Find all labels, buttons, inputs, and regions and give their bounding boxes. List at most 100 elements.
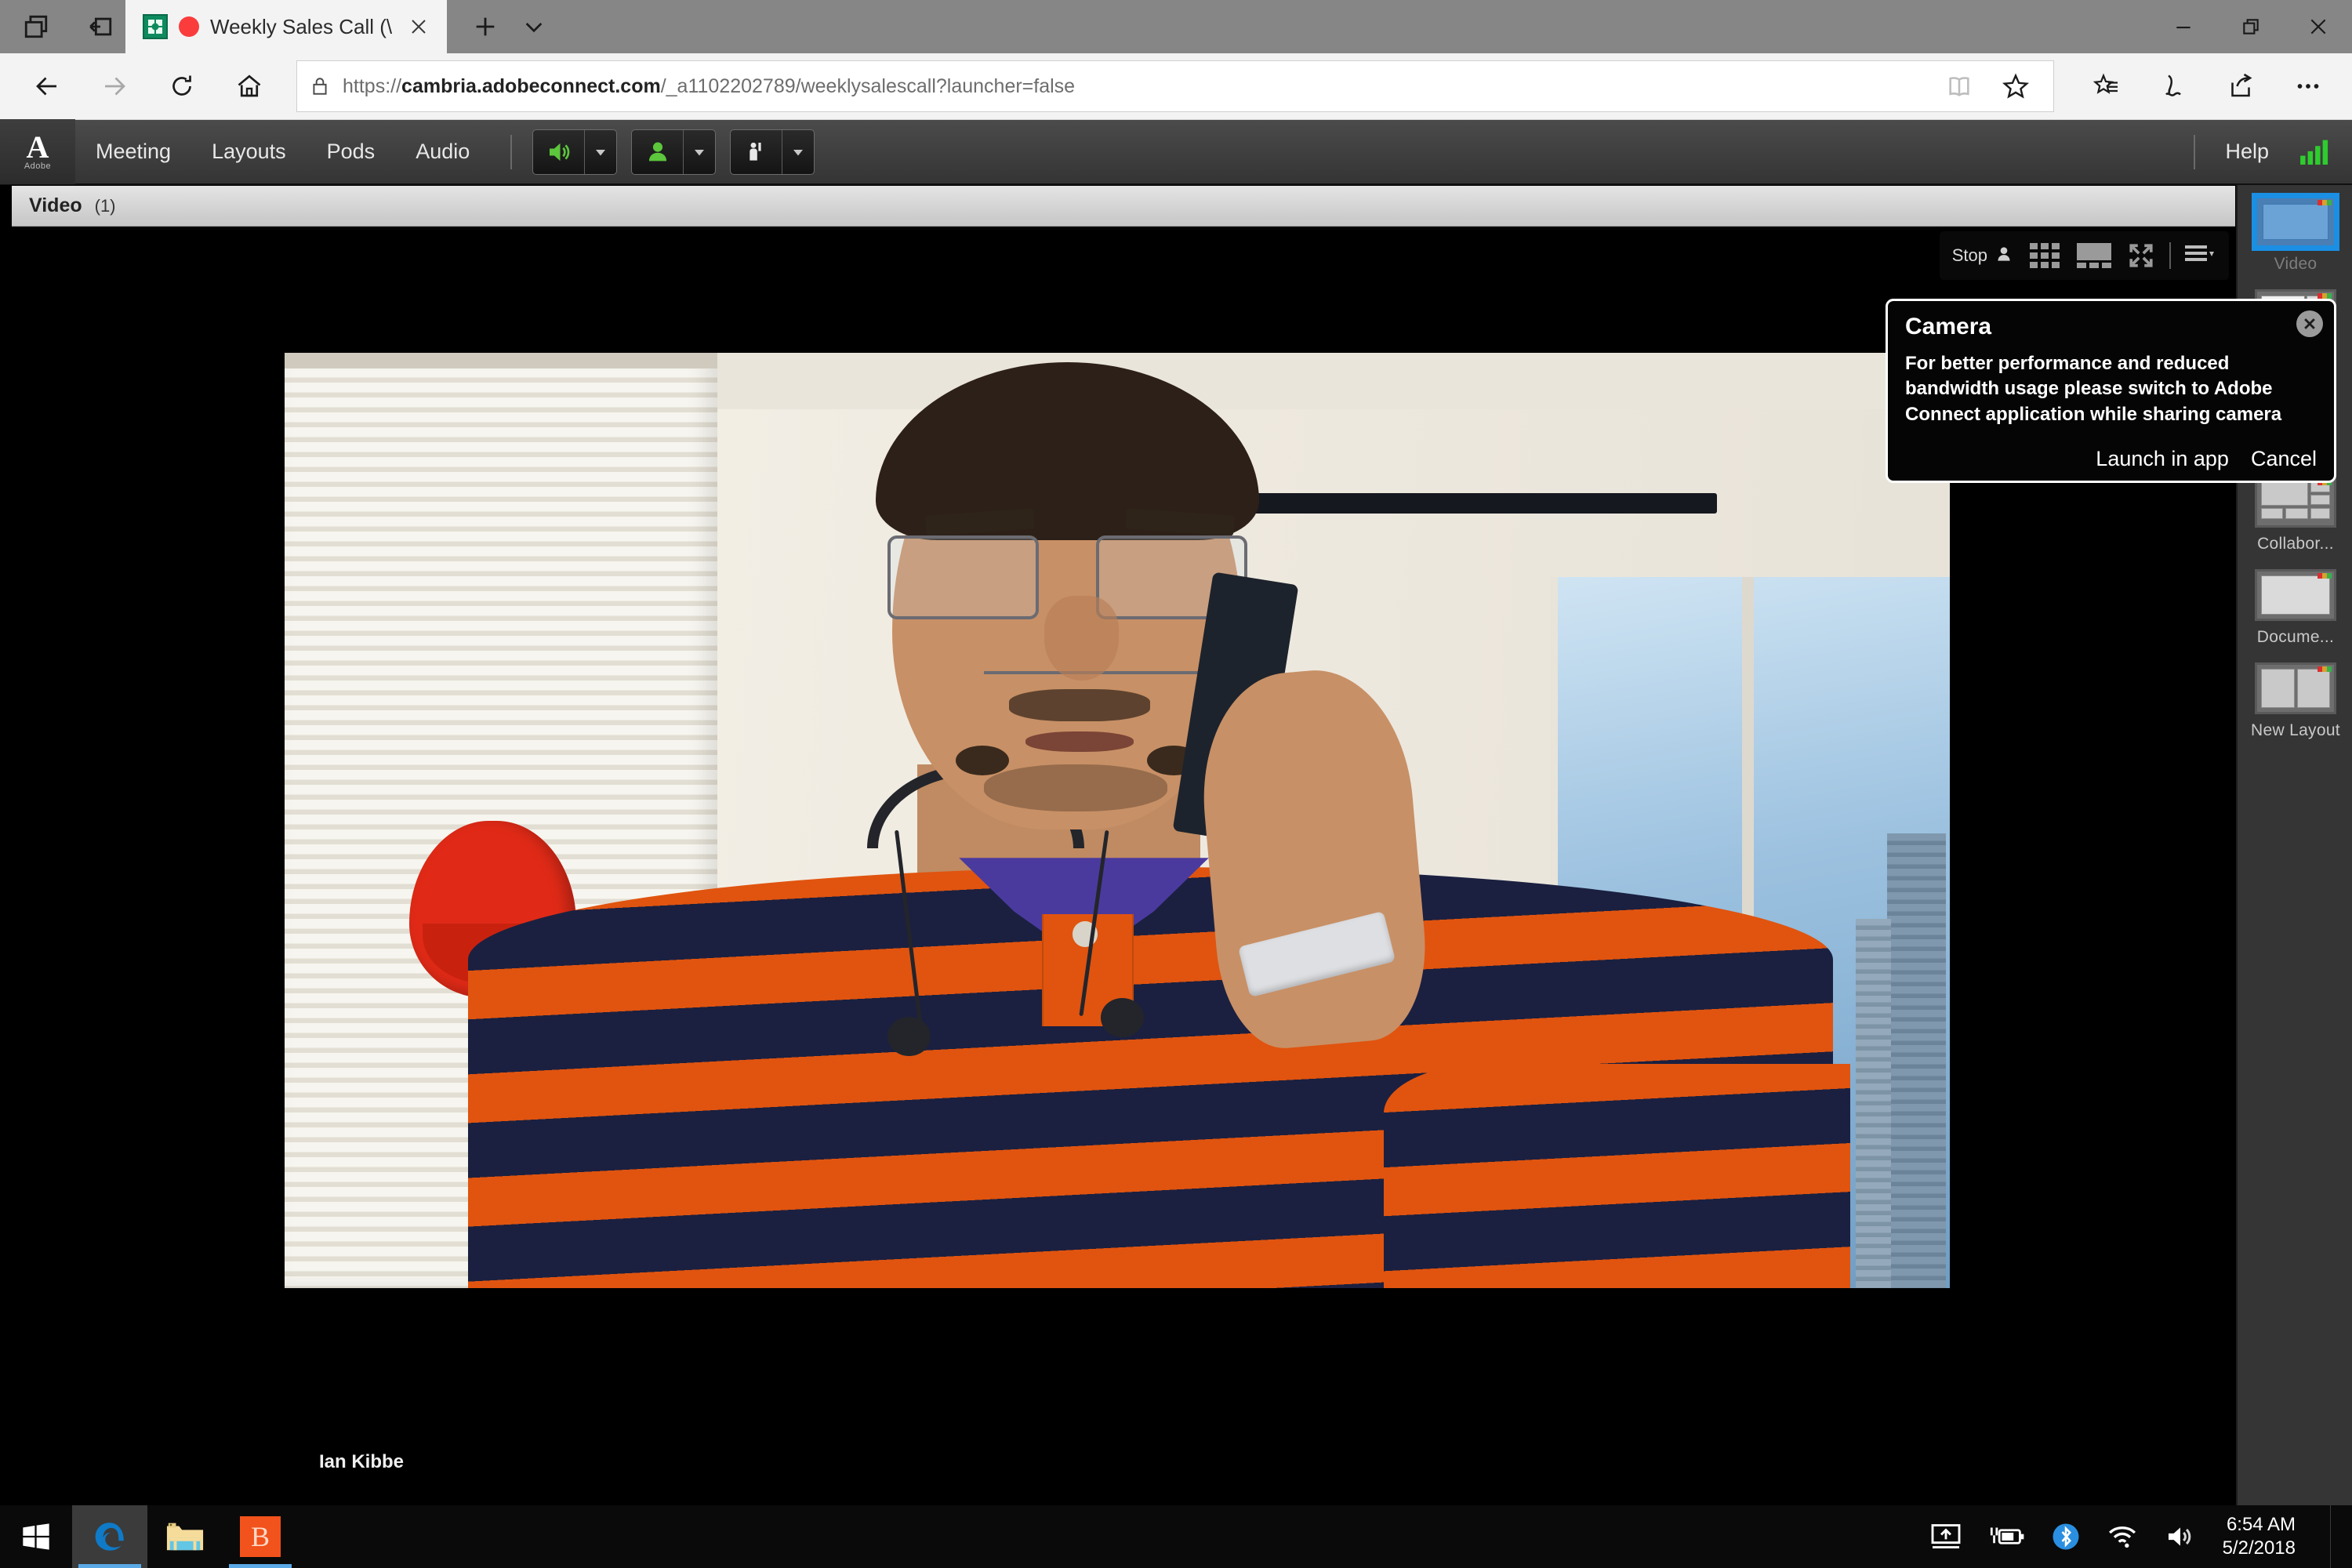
- fullscreen-button[interactable]: [2119, 235, 2163, 276]
- connection-strength-icon[interactable]: [2299, 135, 2335, 169]
- layout-label-collaboration: Collabor...: [2257, 535, 2334, 553]
- refresh-icon[interactable]: [155, 60, 209, 113]
- stop-camera-button[interactable]: Stop: [1944, 235, 2022, 276]
- close-icon[interactable]: [2285, 0, 2352, 53]
- settings-more-icon[interactable]: [2281, 60, 2335, 113]
- stop-button-label: Stop: [1951, 245, 1987, 265]
- wifi-icon[interactable]: [2107, 1523, 2138, 1550]
- layout-label-documents: Docume...: [2256, 628, 2335, 646]
- speaker-dropdown-icon[interactable]: [585, 130, 616, 174]
- pod-participant-count: (1): [94, 195, 116, 216]
- browser-toolbar: https://cambria.adobeconnect.com/_a11022…: [0, 53, 2352, 120]
- browser-toolbar-right: [2059, 60, 2352, 113]
- layout-thumbnail-video: [2255, 196, 2336, 248]
- layout-status-badge: [2318, 200, 2332, 205]
- address-bar[interactable]: https://cambria.adobeconnect.com/_a11022…: [296, 60, 2054, 112]
- camera-notification-dialog: Camera For better performance and reduce…: [1886, 299, 2336, 483]
- battery-charging-icon[interactable]: [1989, 1525, 2025, 1548]
- thumb-region: [2310, 508, 2330, 519]
- grid-view-button[interactable]: [2022, 235, 2069, 276]
- raise-hand-dropdown-icon[interactable]: [782, 130, 814, 174]
- person-sleeve: [1383, 1063, 1850, 1288]
- bluetooth-icon[interactable]: [2052, 1523, 2080, 1551]
- person-nose: [1044, 596, 1120, 681]
- camera-toggle-button[interactable]: [631, 129, 717, 175]
- pod-title: Video: [29, 194, 82, 216]
- set-tabs-aside-icon[interactable]: [19, 9, 53, 44]
- menu-meeting[interactable]: Meeting: [75, 119, 191, 184]
- webcam-icon: [1994, 244, 2014, 268]
- new-tab-button[interactable]: [464, 5, 506, 48]
- clock-date: 5/2/2018: [2222, 1537, 2296, 1559]
- windows-taskbar: B 6:54 AM 5/2/2018: [0, 1505, 2352, 1568]
- filmstrip-view-button[interactable]: [2069, 235, 2119, 276]
- thumb-region: [2310, 495, 2330, 505]
- launch-in-app-button[interactable]: Launch in app: [2096, 447, 2229, 471]
- web-note-icon[interactable]: [2147, 60, 2200, 113]
- layout-status-badge: [2318, 573, 2332, 579]
- thumb-region: [2261, 508, 2283, 519]
- video-blind-track: [285, 353, 718, 368]
- thumb-region: [2261, 669, 2295, 708]
- browser-tab[interactable]: Weekly Sales Call (\: [125, 0, 448, 53]
- sidebar-layout-documents[interactable]: Docume...: [2238, 558, 2352, 652]
- person-mustache: [1008, 689, 1151, 722]
- sidebar-layout-video[interactable]: Video: [2238, 185, 2352, 278]
- back-arrow-icon[interactable]: [20, 60, 74, 113]
- tabs-you-set-aside-icon[interactable]: [83, 9, 118, 44]
- camera-dialog-message: For better performance and reduced bandw…: [1905, 353, 2282, 425]
- home-icon[interactable]: [223, 60, 276, 113]
- video-pod-header: Video (1): [12, 186, 2235, 227]
- taskbar-clock[interactable]: 6:54 AM 5/2/2018: [2223, 1513, 2296, 1560]
- browser-tab-title: Weekly Sales Call (\: [210, 14, 393, 38]
- taskbar-app-microsoft-edge[interactable]: [72, 1505, 147, 1568]
- reading-view-icon[interactable]: [1933, 60, 1986, 113]
- close-icon[interactable]: [2296, 310, 2323, 337]
- add-to-favorites-icon[interactable]: [1989, 60, 2042, 113]
- taskbar-app-bluejeans[interactable]: B: [223, 1505, 298, 1568]
- raise-hand-icon[interactable]: [731, 129, 783, 174]
- video-pod-toolbar: Stop: [1939, 231, 2229, 280]
- speaker-icon[interactable]: [533, 129, 586, 174]
- webcam-icon[interactable]: [632, 129, 684, 174]
- speaker-toggle-button[interactable]: [532, 129, 618, 175]
- cancel-button[interactable]: Cancel: [2251, 447, 2317, 471]
- recording-indicator: [179, 16, 199, 37]
- person-mouth: [1025, 731, 1134, 753]
- pod-menu-button[interactable]: [2177, 235, 2224, 276]
- person-eye-left: [955, 746, 1009, 776]
- raise-hand-button[interactable]: [730, 129, 815, 175]
- camera-dropdown-icon[interactable]: [684, 130, 715, 174]
- start-button[interactable]: [0, 1505, 72, 1568]
- show-desktop-button[interactable]: [2330, 1505, 2335, 1568]
- hub-favorites-icon[interactable]: [2079, 60, 2132, 113]
- thumb-region: [2263, 204, 2328, 240]
- layout-label-video: Video: [2274, 255, 2318, 273]
- restore-icon[interactable]: [2217, 0, 2285, 53]
- person-earbud-left: [887, 1017, 931, 1057]
- participant-video-feed[interactable]: [285, 353, 1950, 1288]
- help-divider: [2194, 134, 2196, 169]
- sidebar-layout-new[interactable]: New Layout: [2238, 652, 2352, 745]
- layout-status-badge: [2318, 666, 2332, 672]
- chevron-down-icon[interactable]: [513, 5, 555, 48]
- taskbar-app-file-explorer[interactable]: [147, 1505, 223, 1568]
- share-icon[interactable]: [2214, 60, 2267, 113]
- help-menu[interactable]: Help: [2214, 140, 2280, 164]
- camera-dialog-title: Camera: [1905, 314, 1992, 339]
- adobe-connect-favicon: [143, 14, 168, 39]
- project-display-icon[interactable]: [1929, 1523, 1962, 1550]
- menu-audio[interactable]: Audio: [395, 119, 490, 184]
- minimize-icon[interactable]: [2150, 0, 2217, 53]
- browser-tab-strip: Weekly Sales Call (\: [0, 0, 2352, 53]
- active-app-indicator: [229, 1564, 292, 1568]
- camera-dialog-actions: Launch in app Cancel: [2096, 447, 2317, 471]
- menu-pods[interactable]: Pods: [307, 119, 396, 184]
- menu-layouts[interactable]: Layouts: [191, 119, 307, 184]
- close-tab-icon[interactable]: [403, 11, 434, 42]
- thumb-region: [2261, 482, 2308, 506]
- tabstrip-left-actions: [0, 0, 125, 53]
- thumb-region: [2297, 669, 2330, 708]
- system-tray: 6:54 AM 5/2/2018: [1929, 1505, 2352, 1568]
- volume-icon[interactable]: [2165, 1523, 2196, 1550]
